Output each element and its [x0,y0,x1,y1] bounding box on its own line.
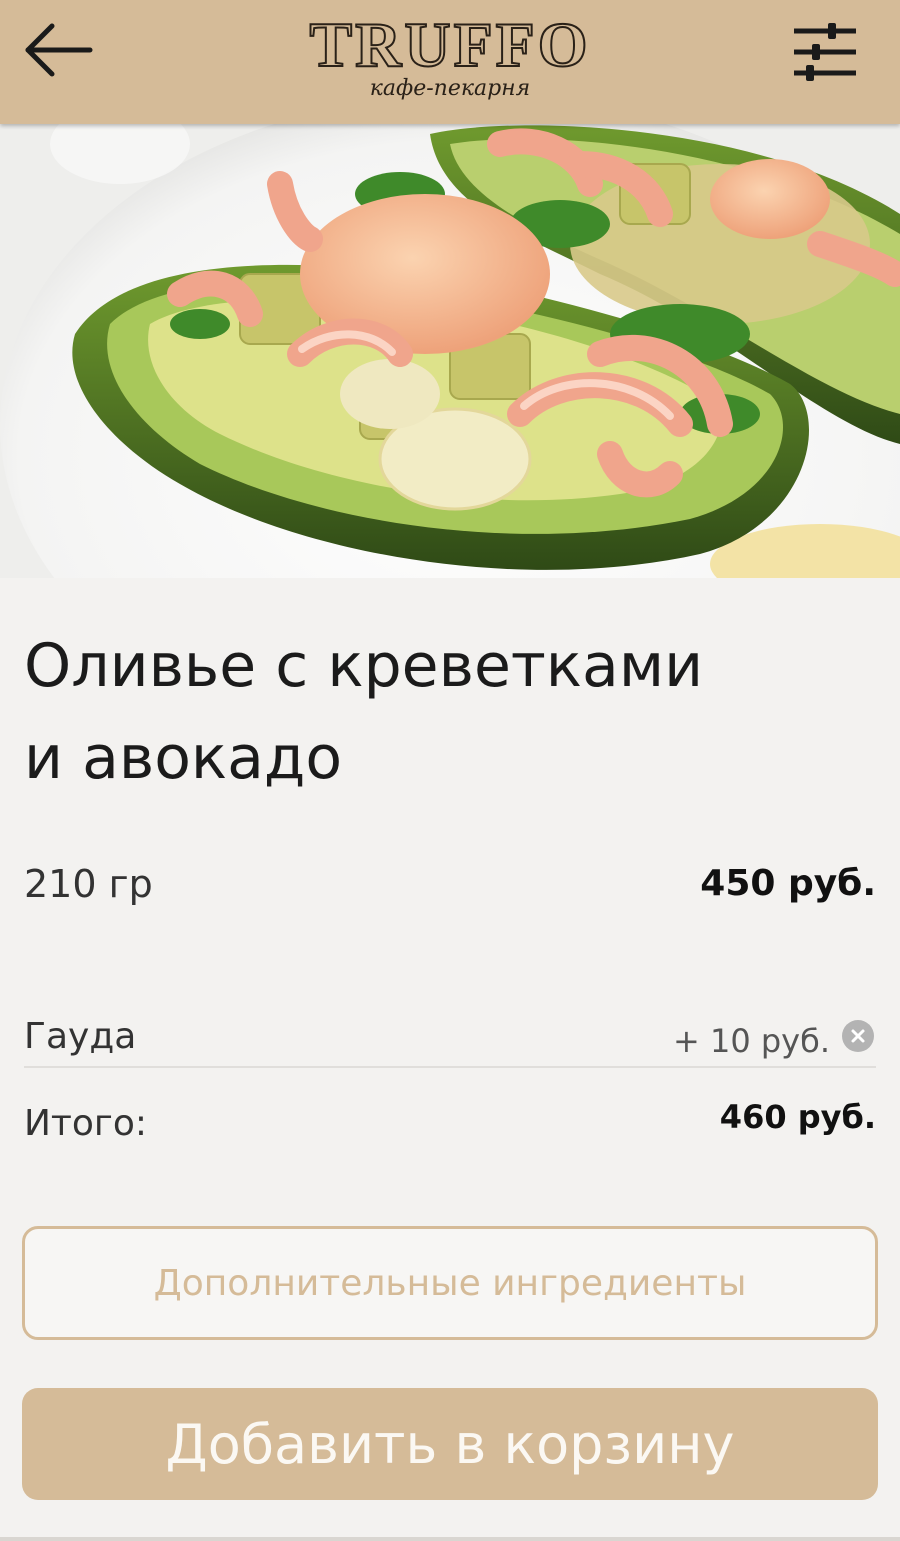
add-to-cart-button[interactable]: Добавить в корзину [22,1388,878,1500]
app-header: TRUFFO кафе-пекарня [0,0,900,124]
add-to-cart-label: Добавить в корзину [165,1412,735,1476]
addon-remove-button[interactable] [842,1020,874,1052]
dish-price: 450 руб. [700,863,876,904]
filter-button[interactable] [790,16,860,88]
total-value: 460 руб. [719,1098,876,1136]
logo: TRUFFO кафе-пекарня [250,9,650,118]
dish-photo [0,124,900,578]
bottom-divider [0,1537,900,1541]
logo-title: TRUFFO [308,9,591,81]
sliders-icon [794,23,856,81]
extra-ingredients-button[interactable]: Дополнительные ингредиенты [22,1226,878,1340]
dish-title-line2: и авокадо [24,723,343,793]
addon-price: + 10 руб. [672,1022,830,1060]
dish-title-line1: Оливье с креветками [24,631,704,701]
total-label: Итого: [24,1103,147,1144]
addon-name: Гауда [24,1016,137,1057]
extra-ingredients-label: Дополнительные ингредиенты [153,1262,747,1304]
dish-weight: 210 гр [24,862,153,906]
back-button[interactable] [18,18,98,82]
arrow-left-icon [25,23,93,77]
addon-row: Гауда + 10 руб. [24,1008,876,1068]
close-circle-icon [851,1029,865,1043]
dish-title: Оливье с креветками и авокадо [24,620,844,804]
